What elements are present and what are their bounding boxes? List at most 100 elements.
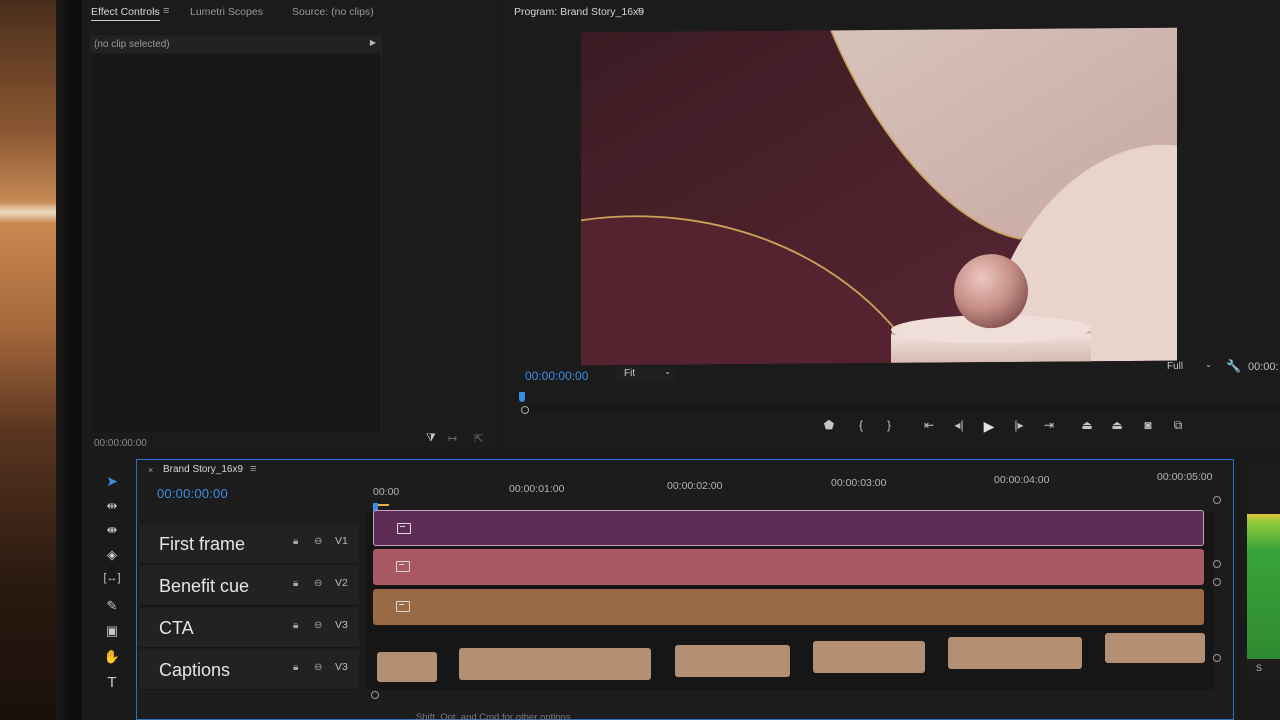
sync-lock-icon[interactable]: ⊖ [314,620,322,631]
play-icon[interactable]: ▶ [979,418,999,435]
program-monitor-panel: Program: Brand Story_16x9 ≡ 00:00:00:00 … [505,0,1280,452]
track-name: Benefit cue [159,576,250,596]
step-back-icon[interactable]: ◂| [949,418,969,432]
ruler-label: 00:00 [373,486,400,498]
video-frame [581,27,1177,366]
compare-icon[interactable]: ⧉ [1168,418,1188,433]
program-viewer[interactable] [581,27,1177,366]
ruler-label: 00:00:05:00 [1157,471,1213,483]
audio-level-bar [1247,514,1280,659]
panel-menu-icon[interactable]: ≡ [163,5,169,17]
track-header-v3[interactable]: CTA 🔒︎ ⊖ V3 [139,608,359,648]
track-header-v2[interactable]: Benefit cue 🔒︎ ⊖ V2 [139,566,359,606]
clip-header: (no clip selected) ▶ [90,35,382,53]
audio-meter: S [1242,460,1280,685]
track-header-v1[interactable]: First frame 🔒︎ ⊖ V1 [139,524,359,564]
expand-arrow-icon[interactable]: ▶ [370,38,376,47]
lock-icon[interactable]: 🔒︎ [293,620,298,631]
program-timecode[interactable]: 00:00:00:00 [525,369,588,383]
ruler-label: 00:00:04:00 [994,474,1050,486]
type-icon[interactable]: T [96,674,128,691]
track-id: V3 [335,661,348,673]
selection-tool-icon[interactable]: ➤ [96,473,128,490]
mark-in-icon[interactable]: { [851,418,871,432]
slip-icon[interactable]: [↔] [96,572,128,584]
track-name: CTA [159,618,194,638]
tab-effect-controls[interactable]: Effect Controls [91,6,160,21]
tab-source[interactable]: Source: (no clips) [292,6,374,18]
time-ruler[interactable]: 00:00 00:00:01:00 00:00:02:00 00:00:03:0… [373,471,1223,510]
rectangle-icon[interactable]: ▣ [96,623,128,639]
sequence-tab[interactable]: Brand Story_16x9 [163,464,243,475]
hand-icon[interactable]: ✋ [96,649,128,665]
duration-timecode: 00:00: [1248,361,1279,373]
premiere-workspace: Effect Controls ≡ Lumetri Scopes Source:… [82,0,1280,720]
scroll-handle-top[interactable] [1213,496,1221,504]
clip-benefit-cue[interactable] [373,549,1204,585]
tools-panel: ➤ ⇹ ⇼ ◈ [↔] ✎ ▣ ✋ T [96,465,128,705]
program-scrubber[interactable] [523,404,1280,414]
program-monitor-title[interactable]: Program: Brand Story_16x9 [514,6,644,18]
timeline-panel: × Brand Story_16x9 ≡ 00:00:00:00 00:00 0… [136,459,1234,720]
chevron-down-icon: ⌄ [664,367,671,376]
track-name: First frame [159,534,246,554]
clip-first-frame[interactable] [373,510,1204,546]
scroll-handle[interactable] [1213,560,1221,568]
zoom-value: Fit [624,368,636,379]
marker-icon[interactable]: ⬟ [819,418,839,432]
camera-icon[interactable]: ◙ [1138,418,1158,432]
zoom-select[interactable]: Fit ⌄ [616,367,676,382]
resolution-select[interactable]: Full ⌄ [1161,360,1216,375]
horizontal-zoom-handle[interactable] [371,691,379,699]
scroll-handle-bottom[interactable] [1213,654,1221,662]
go-to-out-icon[interactable]: ⇥ [1039,418,1059,432]
sync-lock-icon[interactable]: ⊖ [314,536,322,547]
caption-clip[interactable] [1105,633,1205,663]
caption-clip[interactable] [675,645,790,677]
step-forward-icon[interactable]: |▸ [1009,418,1029,432]
go-to-in-icon[interactable]: ⇤ [919,418,939,432]
effect-controls-body [90,34,382,432]
scroll-handle[interactable] [1213,578,1221,586]
graphic-clip-icon [396,601,410,612]
pen-icon[interactable]: ✎ [96,598,128,614]
lift-icon[interactable]: ⏏ [1077,418,1097,432]
caption-clip[interactable] [459,648,651,680]
clip-label: (no clip selected) [94,39,170,50]
solo-button[interactable]: S [1256,663,1262,673]
ruler-label: 00:00:02:00 [667,480,723,492]
track-id: V2 [335,577,348,589]
ripple-edit-icon[interactable]: ⇼ [96,522,128,538]
sync-lock-icon[interactable]: ⊖ [314,578,322,589]
timeline-timecode[interactable]: 00:00:00:00 [157,486,228,501]
tab-lumetri-scopes[interactable]: Lumetri Scopes [190,6,263,18]
chevron-down-icon: ⌄ [1205,360,1212,369]
extract-icon[interactable]: ⏏ [1107,418,1127,432]
caption-clip[interactable] [948,637,1082,669]
settings-wrench-icon[interactable]: 🔧 [1226,359,1241,373]
program-playhead[interactable] [519,392,525,402]
filter-icon[interactable]: ⧩ [426,432,436,445]
panel-menu-icon[interactable]: ≡ [250,463,256,475]
graphic-clip-icon [397,523,411,534]
effect-controls-panel: Effect Controls ≡ Lumetri Scopes Source:… [82,0,502,452]
ruler-label: 00:00:01:00 [509,483,565,495]
lock-icon[interactable]: 🔒︎ [293,578,298,589]
track-header-captions[interactable]: Captions 🔒︎ ⊖ V3 [139,650,359,690]
panel-menu-icon[interactable]: ≡ [637,5,643,17]
lock-icon[interactable]: 🔒︎ [293,536,298,547]
razor-icon[interactable]: ◈ [96,547,128,563]
caption-clip[interactable] [377,652,437,682]
sync-lock-icon[interactable]: ⊖ [314,662,322,673]
track-select-icon[interactable]: ⇹ [96,498,128,514]
clip-cta[interactable] [373,589,1204,625]
close-icon[interactable]: × [148,465,153,475]
ruler-label: 00:00:03:00 [831,477,887,489]
zoom-handle[interactable] [521,406,529,414]
lock-icon[interactable]: 🔒︎ [293,662,298,673]
share-icon[interactable]: ⇱ [474,432,483,445]
mark-out-icon[interactable]: } [879,418,899,432]
graphic-clip-icon [396,561,410,572]
caption-clip[interactable] [813,641,925,673]
export-icon[interactable]: ↦ [448,432,457,445]
